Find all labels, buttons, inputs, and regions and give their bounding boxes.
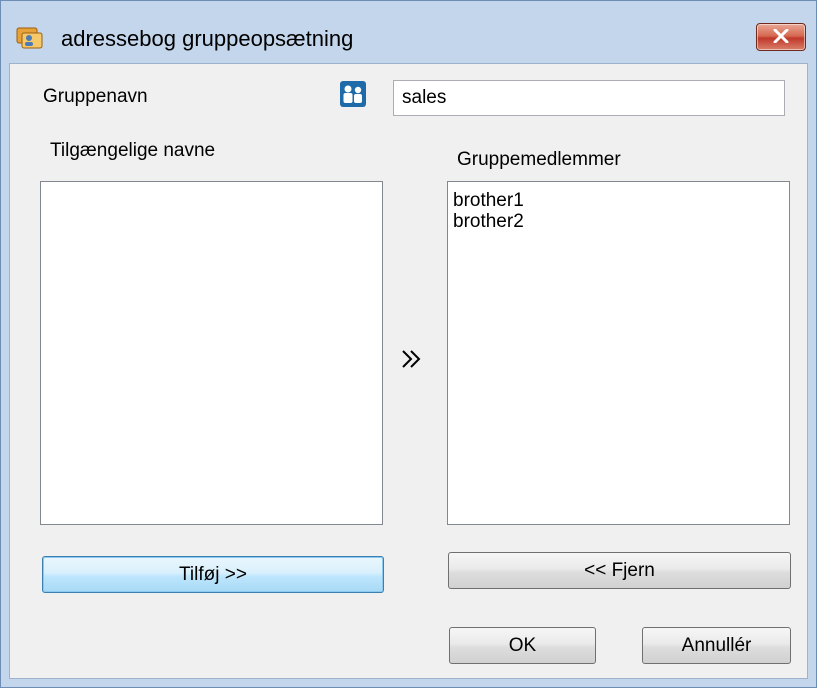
close-button[interactable] <box>756 23 806 51</box>
close-icon <box>773 29 789 43</box>
double-chevron-right-icon <box>398 344 428 374</box>
available-names-label: Tilgængelige navne <box>50 140 216 161</box>
remove-button[interactable]: << Fjern <box>448 552 791 589</box>
group-name-input[interactable] <box>393 80 785 116</box>
cancel-button[interactable]: Annullér <box>642 627 791 664</box>
available-names-list[interactable] <box>40 181 383 525</box>
list-item[interactable]: brother2 <box>448 211 789 232</box>
remove-button-label: << Fjern <box>584 559 655 581</box>
window-title: adressebog gruppeopsætning <box>61 26 354 51</box>
dialog-body: Gruppenavn Tilgængelige navne Gruppemedl… <box>9 63 808 679</box>
group-name-label: Gruppenavn <box>43 86 148 107</box>
ok-button[interactable]: OK <box>449 627 596 664</box>
group-users-icon[interactable] <box>340 81 366 107</box>
group-members-list[interactable]: brother1 brother2 <box>447 181 790 525</box>
ok-button-label: OK <box>508 634 537 656</box>
add-button-label: Tilføj >> <box>179 563 247 585</box>
list-item[interactable]: brother1 <box>448 190 789 211</box>
address-book-icon <box>15 25 45 51</box>
add-button[interactable]: Tilføj >> <box>42 556 384 593</box>
group-members-label: Gruppemedlemmer <box>457 149 621 170</box>
title-bar[interactable]: adressebog gruppeopsætning <box>1 1 816 63</box>
dialog-window: adressebog gruppeopsætning Gruppenavn Ti… <box>0 0 817 688</box>
cancel-button-label: Annullér <box>681 634 752 656</box>
